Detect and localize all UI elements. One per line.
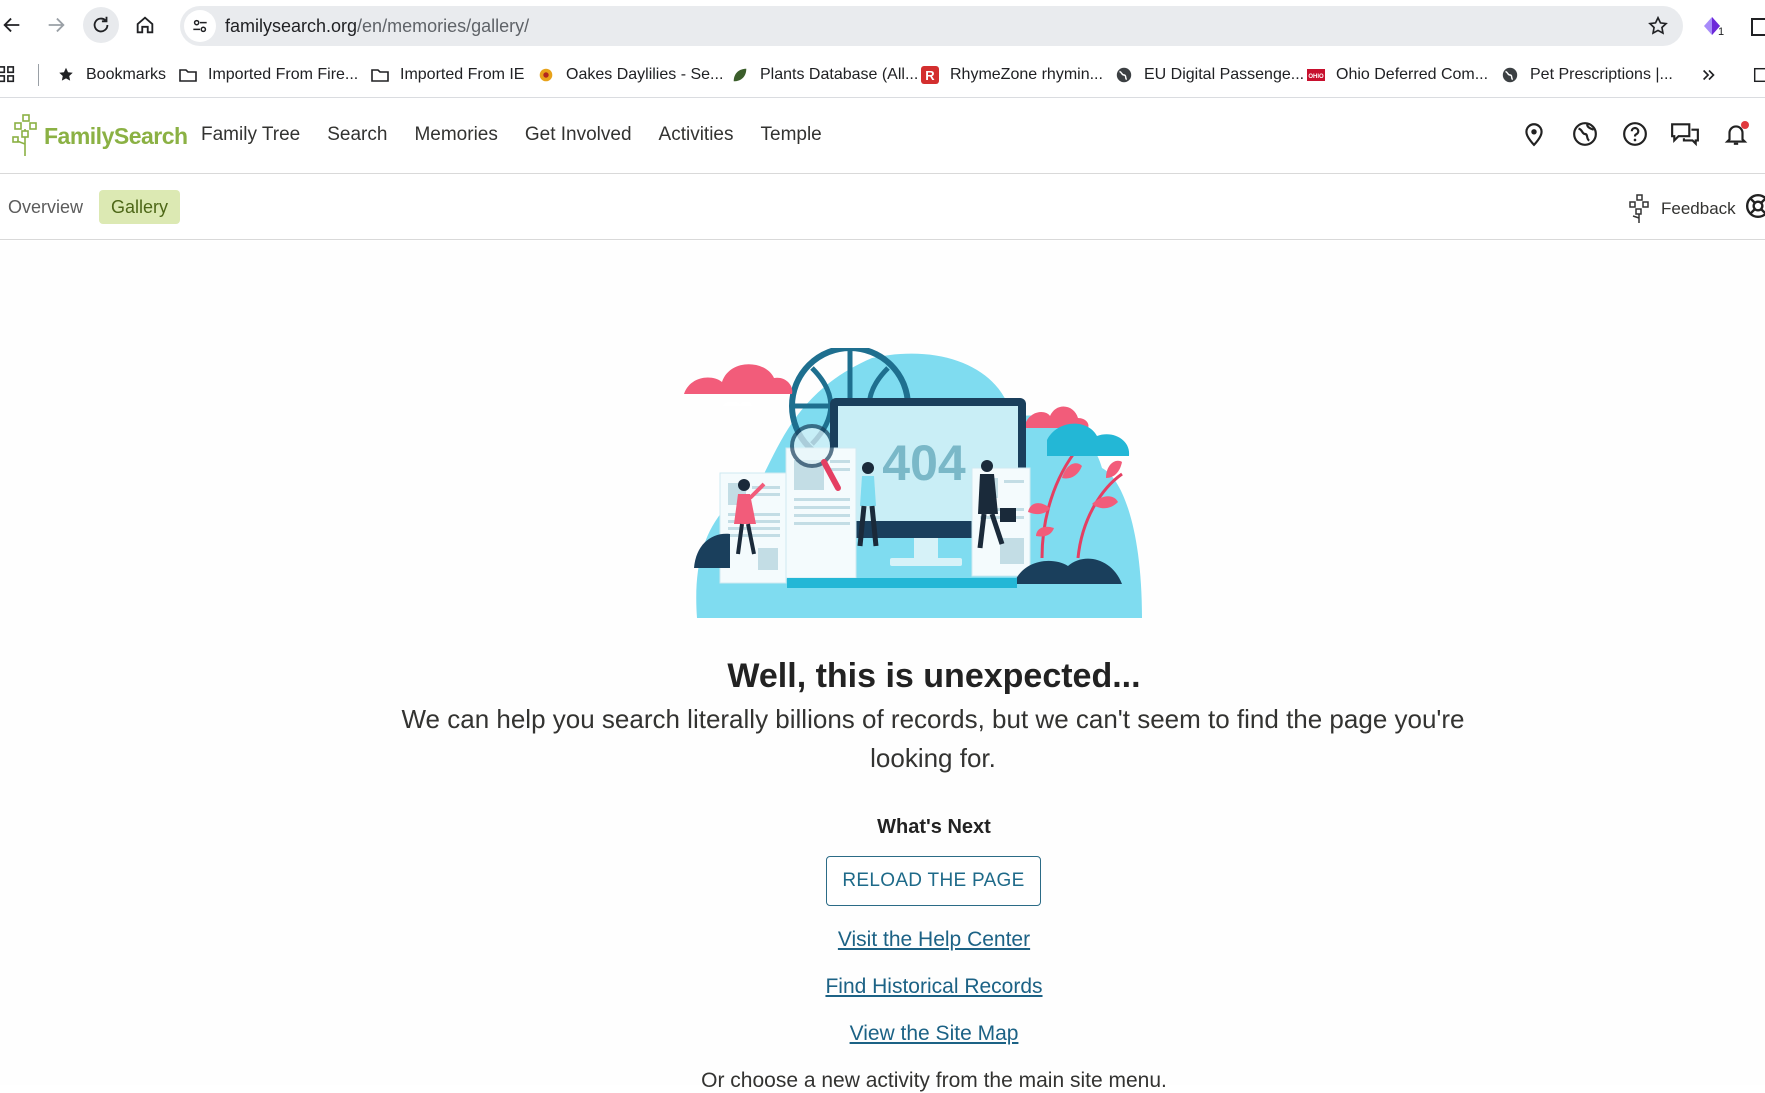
bookmark-folder[interactable]: Imported From IE <box>370 62 524 88</box>
url-text[interactable]: familysearch.org/en/memories/gallery/ <box>225 16 529 37</box>
ohio-icon: OHIO <box>1306 65 1326 85</box>
tree-logo-icon <box>12 114 37 156</box>
bookmark-item[interactable]: OHIO Ohio Deferred Com... <box>1306 62 1488 88</box>
reload-page-button[interactable]: RELOAD THE PAGE <box>826 856 1041 906</box>
nav-activities[interactable]: Activities <box>659 124 734 146</box>
site-map-link[interactable]: View the Site Map <box>0 1022 1765 1046</box>
feedback-button[interactable]: Feedback <box>1627 194 1736 224</box>
bookmark-item[interactable]: Bookmarks <box>56 62 166 88</box>
extension-icon[interactable]: 1 <box>1698 12 1726 40</box>
folder-icon <box>178 65 198 85</box>
help-center-link[interactable]: Visit the Help Center <box>0 928 1765 952</box>
site-info-button[interactable] <box>184 10 216 42</box>
bookmark-item[interactable]: Pet Prescriptions |... <box>1500 62 1673 88</box>
whats-next-heading: What's Next <box>877 816 991 838</box>
main-content: 404 Well, this is unexpected... We can h… <box>0 241 1765 1092</box>
apps-icon[interactable] <box>0 62 16 88</box>
bookmarks-separator <box>38 64 39 86</box>
url-path: /en/memories/gallery/ <box>357 16 530 36</box>
familysearch-logo[interactable]: FamilySearch <box>12 110 188 158</box>
bookmark-item[interactable]: R RhymeZone rhymin... <box>920 62 1103 88</box>
choose-activity-text: Or choose a new activity from the main s… <box>701 1069 1167 1092</box>
reading-list-icon[interactable] <box>1752 62 1765 88</box>
feedback-label: Feedback <box>1661 199 1736 218</box>
bookmark-label: Ohio Deferred Com... <box>1336 66 1489 83</box>
folder-icon <box>370 65 390 85</box>
bookmark-label: Plants Database (All... <box>760 66 919 83</box>
reload-icon <box>93 16 109 33</box>
nav-memories[interactable]: Memories <box>414 124 497 146</box>
bookmark-label: Pet Prescriptions |... <box>1530 66 1673 83</box>
bookmark-label: Imported From Fire... <box>208 66 359 83</box>
home-icon <box>136 16 154 34</box>
bookmark-label: EU Digital Passenge... <box>1144 66 1305 83</box>
back-button[interactable] <box>0 7 30 43</box>
svg-text:OHIO: OHIO <box>1308 74 1324 80</box>
bookmark-item[interactable]: Plants Database (All... <box>730 62 918 88</box>
bookmarks-bar: Bookmarks Imported From Fire... Imported… <box>0 52 1765 98</box>
bookmark-item[interactable]: EU Digital Passenge... <box>1114 62 1304 88</box>
main-nav: Family Tree Search Memories Get Involved… <box>201 124 849 146</box>
forward-arrow-icon <box>48 17 65 33</box>
illustration-404-text: 404 <box>882 435 966 491</box>
bookmark-label: Bookmarks <box>86 66 167 83</box>
leaf-icon <box>730 65 750 85</box>
rhymezone-icon: R <box>920 65 940 85</box>
star-icon <box>56 65 76 85</box>
bookmark-star-icon[interactable] <box>1647 15 1669 37</box>
messages-icon[interactable] <box>1669 118 1701 150</box>
help-icon[interactable] <box>1619 118 1651 150</box>
nav-get-involved[interactable]: Get Involved <box>525 124 632 146</box>
tab-overview[interactable]: Overview <box>0 190 95 224</box>
address-bar[interactable]: familysearch.org/en/memories/gallery/ <box>180 6 1683 46</box>
browser-toolbar: familysearch.org/en/memories/gallery/ 1 <box>0 0 1765 52</box>
globe-icon <box>1500 65 1520 85</box>
help-lifebuoy-icon[interactable] <box>1742 190 1765 222</box>
extension-badge: 1 <box>1718 26 1725 38</box>
bookmark-label: RhymeZone rhymin... <box>950 66 1103 83</box>
flower-icon <box>536 65 556 85</box>
back-arrow-icon <box>3 17 20 33</box>
notification-dot <box>1741 121 1749 129</box>
logo-text: FamilySearch <box>44 123 188 149</box>
memories-subnav: Overview Gallery Feedback <box>0 174 1765 240</box>
svg-text:R: R <box>925 68 935 83</box>
tab-gallery[interactable]: Gallery <box>99 190 181 224</box>
home-button[interactable] <box>127 7 163 43</box>
error-404-illustration: 404 <box>684 348 1142 618</box>
reload-button[interactable] <box>83 7 119 43</box>
site-header: FamilySearch Family Tree Search Memories… <box>0 98 1765 174</box>
bookmark-folder[interactable]: Imported From Fire... <box>178 62 358 88</box>
error-heading: Well, this is unexpected... <box>727 657 1141 695</box>
feedback-tree-icon <box>1629 194 1649 223</box>
historical-records-link[interactable]: Find Historical Records <box>0 975 1765 999</box>
bell-icon[interactable] <box>1720 118 1752 150</box>
extensions-puzzle-icon[interactable] <box>1748 12 1765 40</box>
nav-search[interactable]: Search <box>327 124 387 146</box>
globe-icon[interactable] <box>1569 118 1601 150</box>
more-bookmarks-chevron-icon[interactable] <box>1700 62 1718 88</box>
location-pin-icon[interactable] <box>1518 118 1550 150</box>
nav-family-tree[interactable]: Family Tree <box>201 124 300 146</box>
forward-button[interactable] <box>38 7 74 43</box>
bookmark-item[interactable]: Oakes Daylilies - Se... <box>536 62 723 88</box>
error-message: We can help you search literally billion… <box>401 704 1465 773</box>
bookmark-label: Imported From IE <box>400 66 525 83</box>
bookmark-label: Oakes Daylilies - Se... <box>566 66 724 83</box>
nav-temple[interactable]: Temple <box>761 124 822 146</box>
url-host: familysearch.org <box>225 16 358 36</box>
globe-icon <box>1114 65 1134 85</box>
tune-icon <box>193 19 207 33</box>
